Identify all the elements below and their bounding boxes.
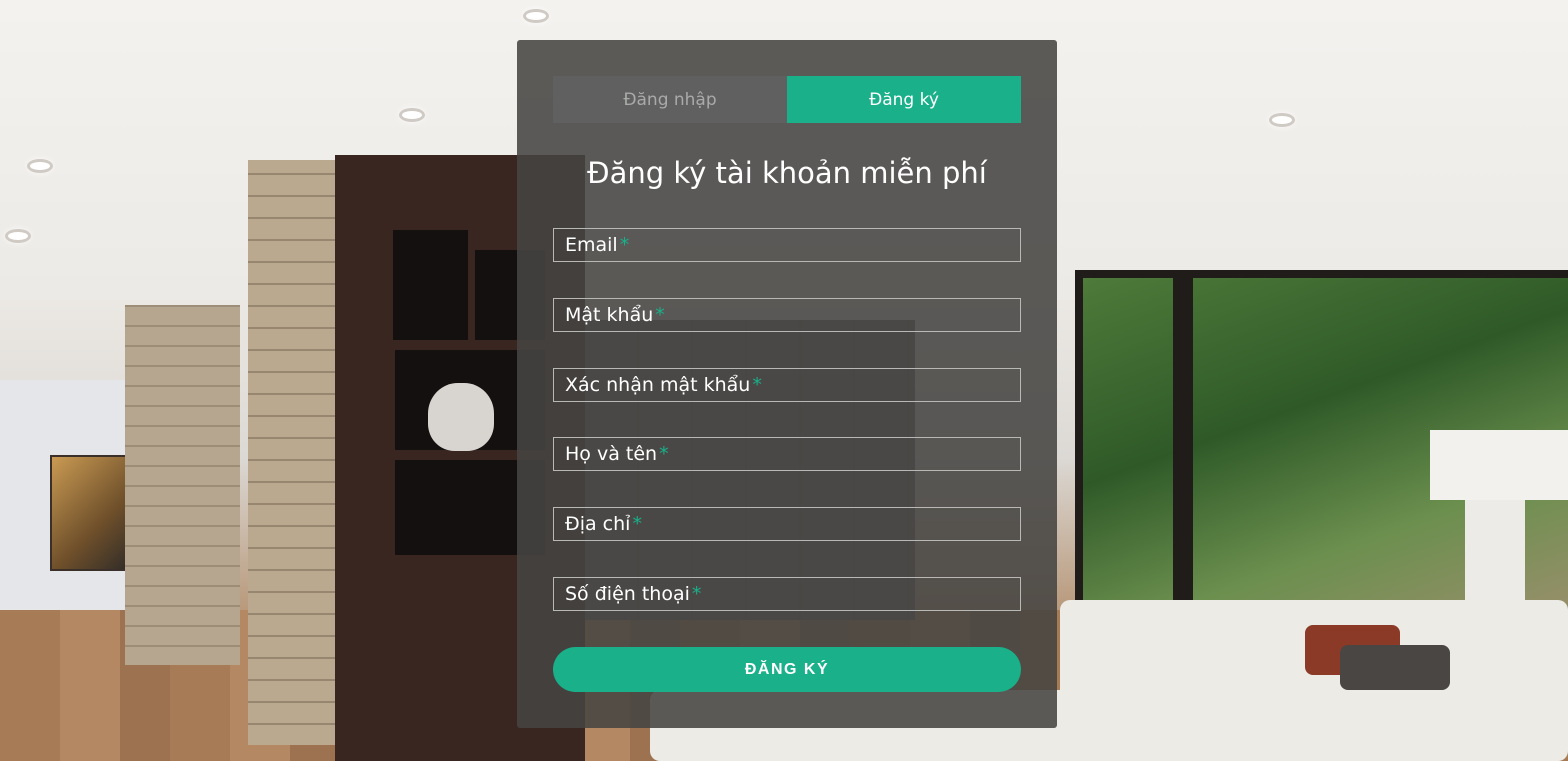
- confirm-password-field[interactable]: Xác nhận mật khẩu *: [553, 368, 1021, 402]
- auth-tabs: Đăng nhập Đăng ký: [553, 76, 1021, 123]
- wall-painting: [50, 455, 136, 571]
- stone-column: [248, 160, 338, 745]
- register-panel: Đăng nhập Đăng ký Đăng ký tài khoản miễn…: [517, 40, 1057, 728]
- email-label: Email: [565, 234, 618, 256]
- required-marker: *: [632, 513, 642, 535]
- address-field[interactable]: Địa chỉ *: [553, 507, 1021, 541]
- ceiling-light: [30, 162, 50, 170]
- email-field[interactable]: Email *: [553, 228, 1021, 262]
- form-title: Đăng ký tài khoản miễn phí: [587, 156, 987, 190]
- password-label: Mật khẩu: [565, 304, 654, 326]
- shelf-niche: [393, 230, 468, 340]
- pillow: [1340, 645, 1450, 690]
- required-marker: *: [655, 304, 665, 326]
- ceiling-light: [526, 12, 546, 20]
- required-marker: *: [752, 374, 762, 396]
- register-submit-button[interactable]: ĐĂNG KÝ: [553, 647, 1021, 692]
- required-marker: *: [659, 443, 669, 465]
- required-marker: *: [691, 583, 702, 605]
- confirm-password-label: Xác nhận mật khẩu: [565, 374, 751, 396]
- stone-column: [125, 305, 240, 665]
- vase: [428, 383, 494, 451]
- phone-field[interactable]: Số điện thoại *: [553, 577, 1021, 611]
- required-marker: *: [619, 234, 630, 256]
- ceiling-light: [8, 232, 28, 240]
- full-name-field[interactable]: Họ và tên *: [553, 437, 1021, 471]
- ceiling-light: [402, 111, 422, 119]
- tab-login[interactable]: Đăng nhập: [553, 76, 787, 123]
- ceiling-light: [1272, 116, 1292, 124]
- tab-register[interactable]: Đăng ký: [787, 76, 1021, 123]
- password-field[interactable]: Mật khẩu *: [553, 298, 1021, 332]
- lamp-shade: [1430, 430, 1568, 500]
- phone-label: Số điện thoại: [565, 583, 690, 605]
- full-name-label: Họ và tên: [565, 443, 658, 465]
- address-label: Địa chỉ: [565, 513, 631, 535]
